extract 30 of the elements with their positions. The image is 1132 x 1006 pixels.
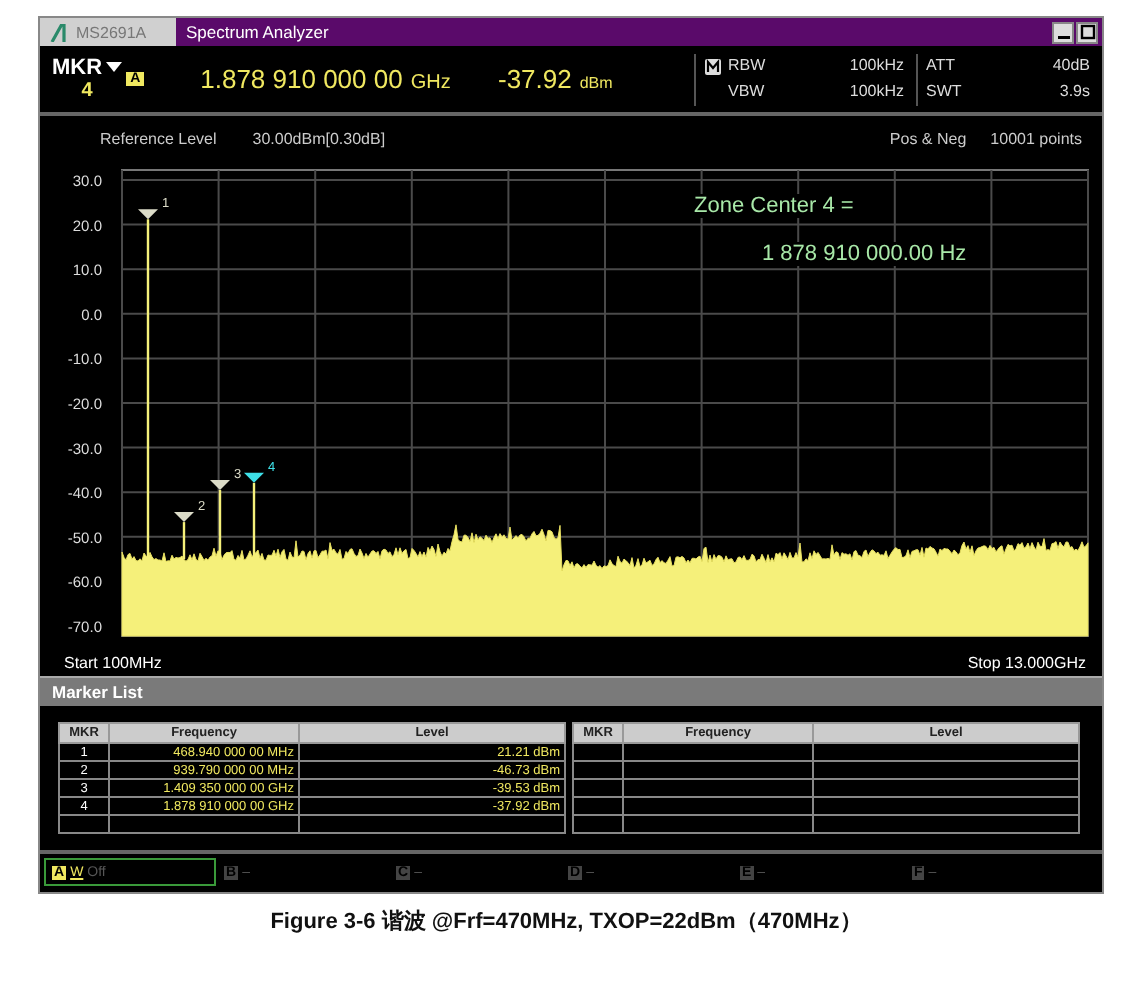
marker-list-title: Marker List [52, 682, 143, 702]
setting-value: 100kHz [847, 79, 904, 101]
detector-mode: Pos & Neg [889, 129, 967, 147]
start-frequency: Start 100MHz [64, 654, 162, 672]
reference-level-value: 30.00dBm[0.30dB] [252, 129, 386, 147]
marker-icon[interactable] [138, 209, 158, 220]
marker-label[interactable]: MKR [52, 56, 103, 80]
setting-label: SWT [926, 79, 964, 101]
stop-frequency: Stop 13.000GHz [967, 654, 1086, 672]
marker-icon[interactable] [244, 472, 264, 483]
setting-label: ATT [926, 53, 958, 75]
caret-icon[interactable] [106, 62, 123, 74]
trace-points: 10001 points [990, 129, 1082, 147]
window-title: Spectrum Analyzer [186, 22, 329, 42]
setting-value: 40dB [1050, 53, 1090, 75]
marker-icon[interactable] [210, 479, 230, 490]
marker-level: -37.92 [497, 64, 572, 94]
frequency-unit: GHz [410, 72, 451, 94]
setting-label: VBW [728, 79, 767, 101]
setting-value: 3.9s [1057, 79, 1090, 101]
logo-icon [50, 23, 68, 41]
setting-value: 100kHz [847, 53, 904, 75]
manual-icon [704, 57, 722, 75]
figure-caption: Figure 3-6 谐波 @Frf=470MHz, TXOP=22dBm（470MHz） [268, 907, 864, 936]
marker-number: 4 [81, 80, 93, 102]
model-name: MS2691A [76, 23, 147, 41]
level-unit: dBm [579, 74, 613, 92]
marker-frequency: 1.878 910 000 00 [200, 64, 403, 94]
reference-level-label: Reference Level [100, 129, 217, 147]
setting-label: RBW [728, 53, 768, 75]
